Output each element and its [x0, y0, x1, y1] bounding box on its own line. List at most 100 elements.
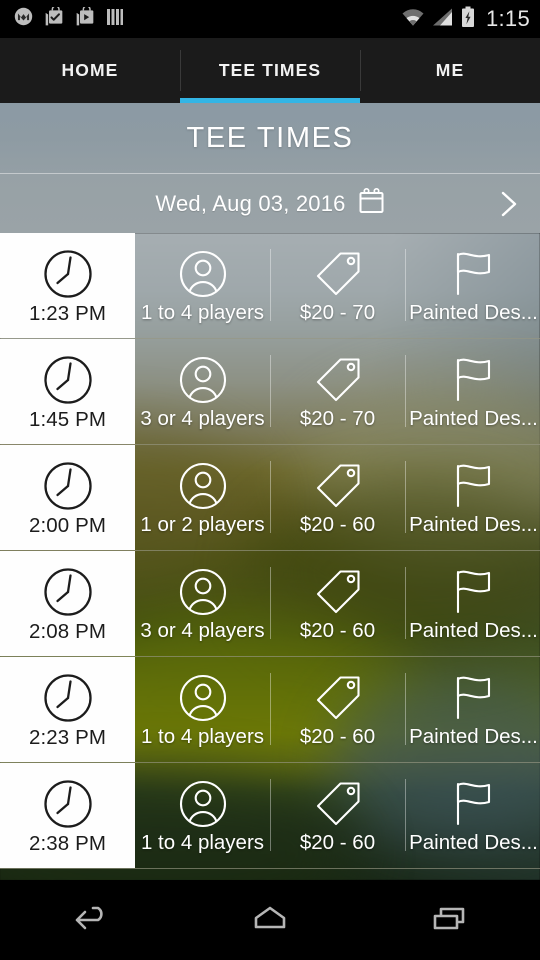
clock-icon: [41, 246, 95, 302]
table-row[interactable]: 2:00 PM 1 or 2 players $20 - 60 Painted …: [0, 445, 540, 551]
course-label: Painted Des...: [409, 513, 538, 536]
course-label: Painted Des...: [409, 619, 538, 642]
tee-time-cell: 1:23 PM: [0, 233, 135, 338]
price-tag-icon: [312, 246, 364, 302]
status-bar-left-icons: [14, 4, 124, 32]
home-button[interactable]: [215, 890, 325, 950]
status-bar-right-icons: 1:15: [401, 6, 530, 33]
person-icon: [177, 776, 229, 832]
players-cell: 1 to 4 players: [135, 657, 270, 762]
tee-time-cell: 2:08 PM: [0, 551, 135, 656]
course-cell: Painted Des...: [405, 657, 540, 762]
tee-time-cell: 2:38 PM: [0, 763, 135, 868]
next-day-chevron-right-icon[interactable]: [496, 189, 522, 219]
players-label: 1 to 4 players: [140, 831, 265, 854]
person-icon: [177, 352, 229, 408]
golf-flag-icon: [447, 352, 499, 408]
course-cell: Painted Des...: [405, 339, 540, 444]
person-icon: [177, 458, 229, 514]
tab-tee-times[interactable]: TEE TIMES: [180, 38, 360, 103]
players-label: 1 to 4 players: [140, 725, 265, 748]
course-label: Painted Des...: [409, 301, 538, 324]
bars-icon: [106, 7, 124, 32]
recents-icon: [427, 902, 473, 939]
recents-button[interactable]: [395, 890, 505, 950]
tee-time-label: 2:38 PM: [28, 831, 107, 855]
table-row[interactable]: 2:38 PM 1 to 4 players $20 - 60 Painted …: [0, 763, 540, 869]
tee-time-label: 2:00 PM: [28, 513, 107, 537]
calendar-icon[interactable]: [358, 187, 385, 220]
tab-tee-times-label: TEE TIMES: [218, 60, 322, 80]
course-label: Painted Des...: [409, 725, 538, 748]
golf-flag-icon: [447, 246, 499, 302]
tab-me-label: ME: [435, 60, 465, 80]
wifi-icon: [401, 7, 425, 32]
page-header: TEE TIMES: [0, 103, 540, 173]
tee-time-cell: 1:45 PM: [0, 339, 135, 444]
price-label: $20 - 70: [299, 301, 376, 324]
app-root: 1:15 HOME TEE TIMES ME TEE TIMES Wed, Au…: [0, 0, 540, 960]
tab-home-label: HOME: [61, 60, 119, 80]
price-cell: $20 - 60: [270, 763, 405, 868]
price-cell: $20 - 70: [270, 339, 405, 444]
course-label: Painted Des...: [409, 407, 538, 430]
tee-time-label: 1:45 PM: [28, 407, 107, 431]
players-cell: 3 or 4 players: [135, 339, 270, 444]
tee-time-cell: 2:00 PM: [0, 445, 135, 550]
page-title: TEE TIMES: [186, 121, 354, 154]
price-label: $20 - 60: [299, 831, 376, 854]
players-label: 1 or 2 players: [140, 513, 265, 536]
golf-flag-icon: [447, 776, 499, 832]
players-cell: 1 or 2 players: [135, 445, 270, 550]
signal-icon: [432, 7, 454, 32]
price-label: $20 - 70: [299, 407, 376, 430]
players-cell: 1 to 4 players: [135, 763, 270, 868]
back-button[interactable]: [35, 890, 145, 950]
clock-icon: [41, 564, 95, 620]
tee-time-details: 1 to 4 players $20 - 70 Painted Des...: [135, 233, 540, 338]
tee-time-details: 3 or 4 players $20 - 60 Painted Des...: [135, 551, 540, 656]
motorola-logo-icon: [14, 7, 33, 31]
status-bar: 1:15: [0, 0, 540, 38]
table-row[interactable]: 1:23 PM 1 to 4 players $20 - 70 Painted …: [0, 233, 540, 339]
tee-time-details: 1 to 4 players $20 - 60 Painted Des...: [135, 657, 540, 762]
tee-times-list[interactable]: 1:23 PM 1 to 4 players $20 - 70 Painted …: [0, 233, 540, 880]
tee-time-label: 2:08 PM: [28, 619, 107, 643]
home-icon: [247, 902, 293, 939]
price-cell: $20 - 60: [270, 657, 405, 762]
tee-time-details: 1 to 4 players $20 - 60 Painted Des...: [135, 763, 540, 868]
price-label: $20 - 60: [299, 513, 376, 536]
table-row[interactable]: 1:45 PM 3 or 4 players $20 - 70 Painted …: [0, 339, 540, 445]
price-tag-icon: [312, 564, 364, 620]
price-tag-icon: [312, 458, 364, 514]
battery-charging-icon: [461, 6, 475, 33]
golf-flag-icon: [447, 670, 499, 726]
golf-flag-icon: [447, 458, 499, 514]
course-cell: Painted Des...: [405, 763, 540, 868]
person-icon: [177, 670, 229, 726]
back-icon: [67, 902, 113, 939]
tab-home[interactable]: HOME: [0, 38, 180, 103]
players-label: 1 to 4 players: [140, 301, 265, 324]
android-nav-bar: [0, 880, 540, 960]
tee-time-details: 1 or 2 players $20 - 60 Painted Des...: [135, 445, 540, 550]
date-selector[interactable]: Wed, Aug 03, 2016: [155, 187, 384, 220]
tab-me[interactable]: ME: [360, 38, 540, 103]
players-label: 3 or 4 players: [140, 619, 265, 642]
price-label: $20 - 60: [299, 725, 376, 748]
clock-icon: [41, 352, 95, 408]
tee-time-details: 3 or 4 players $20 - 70 Painted Des...: [135, 339, 540, 444]
players-cell: 1 to 4 players: [135, 233, 270, 338]
table-row[interactable]: 2:23 PM 1 to 4 players $20 - 60 Painted …: [0, 657, 540, 763]
course-cell: Painted Des...: [405, 233, 540, 338]
table-row[interactable]: 2:08 PM 3 or 4 players $20 - 60 Painted …: [0, 551, 540, 657]
price-tag-icon: [312, 352, 364, 408]
price-tag-icon: [312, 670, 364, 726]
course-cell: Painted Des...: [405, 551, 540, 656]
price-label: $20 - 60: [299, 619, 376, 642]
app-check-icon: [44, 4, 64, 32]
price-cell: $20 - 60: [270, 445, 405, 550]
status-bar-clock: 1:15: [485, 6, 530, 31]
person-icon: [177, 564, 229, 620]
date-selector-bar[interactable]: Wed, Aug 03, 2016: [0, 173, 540, 233]
